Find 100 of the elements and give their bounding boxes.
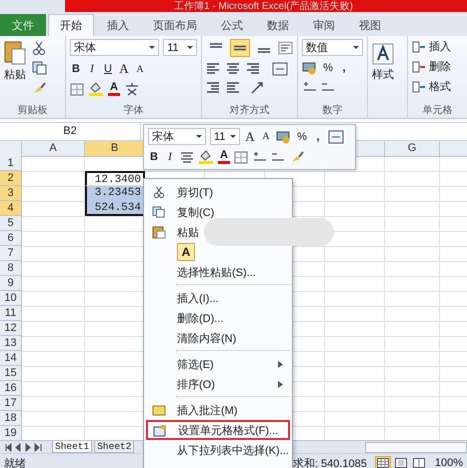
currency-icon[interactable] (302, 61, 318, 75)
paste-option-button[interactable]: A (177, 243, 195, 261)
underline-button[interactable]: U (102, 63, 114, 75)
row-header[interactable]: 2 (0, 171, 22, 186)
view-button[interactable] (374, 456, 391, 468)
row-header[interactable]: 14 (0, 351, 22, 366)
grow-font-button[interactable]: A (118, 61, 130, 77)
row-header[interactable]: 16 (0, 381, 22, 396)
scissors-icon (153, 186, 165, 198)
ribbon-tab[interactable]: 公式 (210, 14, 254, 36)
shrink-font-button[interactable]: A (260, 131, 272, 142)
percent-button[interactable]: % (322, 62, 334, 74)
row-header[interactable]: 11 (0, 306, 22, 321)
row-header[interactable]: 12 (0, 321, 22, 336)
ribbon-tab[interactable]: 开始 (48, 14, 94, 36)
menu-item[interactable]: 选择性粘贴(S)... (146, 262, 290, 282)
grow-font-button[interactable]: A (244, 128, 256, 144)
menu-item[interactable]: 插入批注(M) (146, 400, 290, 420)
row-header[interactable]: 19 (0, 426, 22, 441)
row-header[interactable]: 5 (0, 216, 22, 231)
font-size-dropdown[interactable]: 11 (163, 39, 197, 56)
italic-button[interactable]: I (164, 151, 176, 163)
ribbon-tab[interactable]: 数据 (256, 14, 300, 36)
phonetic-guide-icon[interactable] (124, 82, 140, 96)
brush-icon[interactable] (32, 81, 46, 95)
border-icon[interactable] (234, 150, 248, 164)
row-header[interactable]: 13 (0, 336, 22, 351)
name-box[interactable]: B2 (0, 123, 141, 140)
menu-item[interactable]: 插入(I)... (146, 288, 290, 308)
menu-item[interactable]: 排序(O) (146, 374, 290, 394)
wrap-text-icon[interactable] (278, 41, 293, 55)
status-text: 就绪 (4, 456, 26, 468)
clipboard-icon (152, 226, 166, 238)
menu-item[interactable]: 从下拉列表中选择(K)... (146, 440, 290, 460)
menu-item[interactable]: 粘贴 (146, 222, 200, 242)
view-button[interactable] (410, 456, 427, 468)
scissors-icon[interactable] (32, 41, 46, 55)
comma-button[interactable]: , (338, 62, 350, 74)
bold-button[interactable]: B (70, 63, 82, 75)
menu-item[interactable]: 清除内容(N) (146, 328, 290, 348)
cells-command-icon (412, 80, 426, 92)
fill-bucket-icon[interactable] (198, 150, 214, 164)
border-icon[interactable] (70, 82, 84, 96)
note-icon (152, 404, 166, 416)
row-header[interactable]: 10 (0, 291, 22, 306)
window-title: 工作簿1 - Microsoft Excel(产品激活失败) (174, 1, 353, 12)
font-color-button[interactable]: A (108, 82, 120, 96)
percent-button[interactable]: % (296, 130, 308, 142)
menu-item[interactable]: 剪切(T) (146, 182, 290, 202)
row-header[interactable]: 15 (0, 366, 22, 381)
row-header[interactable]: 9 (0, 276, 22, 291)
bold-button[interactable]: B (148, 151, 160, 163)
file-tab[interactable]: 文件 (0, 14, 46, 36)
merge-cells-icon[interactable] (272, 62, 288, 76)
column-header[interactable]: A (22, 141, 85, 157)
cells-command-icon (412, 40, 426, 52)
ribbon-tab[interactable]: 插入 (96, 14, 140, 36)
row-header[interactable]: 8 (0, 261, 22, 276)
merge-cells-icon[interactable] (328, 130, 344, 144)
center-align-icon[interactable] (180, 151, 194, 163)
shrink-font-button[interactable]: A (134, 64, 146, 74)
styles-button[interactable]: 样式 (372, 39, 394, 118)
font-name-dropdown[interactable]: 宋体 (148, 128, 206, 145)
horizontal-scrollbar[interactable] (365, 442, 467, 452)
fill-bucket-icon[interactable] (88, 82, 104, 96)
cells-command-button[interactable]: 格式 (412, 79, 463, 94)
font-color-button[interactable]: A (218, 150, 230, 164)
row-header[interactable]: 17 (0, 396, 22, 411)
ribbon-tab[interactable]: 视图 (348, 14, 392, 36)
row-header[interactable]: 6 (0, 231, 22, 246)
group-label: 字体 (122, 104, 144, 118)
column-header[interactable]: G (385, 141, 440, 157)
font-size-dropdown[interactable]: 11 (210, 128, 240, 145)
ribbon-tab[interactable]: 审阅 (302, 14, 346, 36)
row-header[interactable]: 4 (0, 201, 22, 216)
view-button[interactable] (392, 456, 409, 468)
currency-icon[interactable] (276, 130, 292, 144)
ribbon-tab[interactable]: 页面布局 (142, 14, 208, 36)
column-header[interactable]: B (85, 141, 145, 157)
cell: 3.23453 (85, 186, 145, 201)
sheet-tab[interactable]: Sheet1 (52, 441, 92, 453)
brush-icon[interactable] (290, 150, 304, 164)
menu-item[interactable]: 设置单元格格式(F)... (146, 420, 290, 440)
number-format-dropdown[interactable]: 数值 (302, 39, 363, 56)
menu-item[interactable]: 筛选(E) (146, 354, 290, 374)
zoom-level: 100% (434, 457, 463, 468)
cells-command-button[interactable]: 插入 (412, 39, 463, 54)
row-header[interactable]: 7 (0, 246, 22, 261)
comma-button[interactable]: , (312, 130, 324, 142)
paste-button[interactable]: 粘贴 (4, 39, 26, 103)
italic-button[interactable]: I (86, 63, 98, 75)
row-header[interactable]: 3 (0, 186, 22, 201)
vertical-align-button[interactable] (230, 39, 250, 57)
menu-item[interactable]: 删除(D)... (146, 308, 290, 328)
copy-icon[interactable] (32, 61, 48, 75)
row-header[interactable]: 1 (0, 156, 22, 171)
row-header[interactable]: 18 (0, 411, 22, 426)
font-name-dropdown[interactable]: 宋体 (70, 39, 160, 56)
cells-command-button[interactable]: 删除 (412, 59, 463, 74)
sheet-tab[interactable]: Sheet2 (94, 441, 134, 453)
